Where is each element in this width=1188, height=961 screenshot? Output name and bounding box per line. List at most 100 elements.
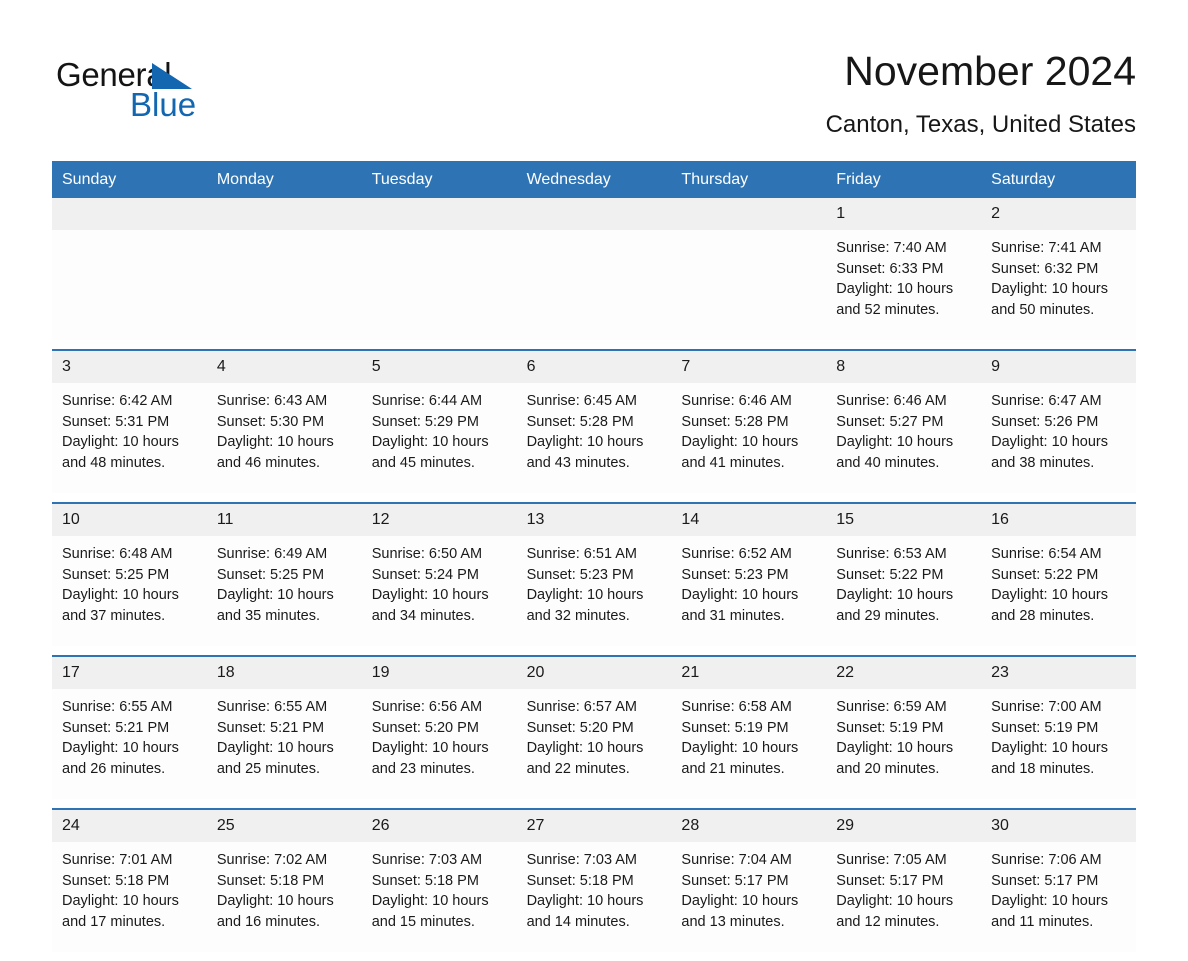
day-cell[interactable]: Sunrise: 7:04 AM Sunset: 5:17 PM Daylight:…	[671, 842, 826, 952]
day-number[interactable]: 19	[362, 657, 517, 689]
day-cell[interactable]: Sunrise: 7:00 AM Sunset: 5:19 PM Daylight:…	[981, 689, 1136, 799]
day-number[interactable]: 6	[517, 351, 672, 383]
day-number[interactable]: 27	[517, 810, 672, 842]
day-info-line: and 21 minutes.	[681, 760, 785, 777]
day-info-line: Sunrise: 7:03 AM	[371, 851, 483, 868]
day-info-line: Daylight: 10 hours	[836, 587, 954, 604]
day-number[interactable]: 15	[826, 504, 981, 536]
day-number[interactable]: 1	[826, 198, 981, 230]
day-number[interactable]: 20	[517, 657, 672, 689]
day-number[interactable]: 12	[362, 504, 517, 536]
week-spacer	[52, 645, 1136, 655]
day-info-line: and 22 minutes.	[526, 760, 630, 777]
day-info-line: Sunrise: 7:05 AM	[836, 851, 947, 868]
day-number[interactable]: 10	[52, 504, 207, 536]
day-number[interactable]: 8	[826, 351, 981, 383]
day-info-line: and 23 minutes.	[371, 760, 475, 777]
day-cell[interactable]: Sunrise: 7:41 AM Sunset: 6:32 PM Daylight:…	[981, 230, 1136, 340]
day-number[interactable]: 9	[981, 351, 1136, 383]
day-number[interactable]: 18	[207, 657, 362, 689]
day-cell[interactable]: Sunrise: 7:02 AM Sunset: 5:18 PM Daylight:…	[207, 842, 362, 952]
day-info-line: Sunset: 5:19 PM	[836, 719, 944, 736]
day-cell[interactable]: Sunrise: 7:03 AM Sunset: 5:18 PM Daylight:…	[517, 842, 672, 952]
day-info-line: Daylight: 10 hours	[526, 893, 644, 910]
day-number[interactable]: 26	[362, 810, 517, 842]
day-info-line: Daylight: 10 hours	[991, 587, 1109, 604]
day-info-line: Daylight: 10 hours	[836, 893, 954, 910]
calendar-week-row: 3 4 5 6 7 8 9 Sunrise: 6:42 AM Sunset: 5:31 PM Da…	[52, 348, 1136, 493]
day-cell[interactable]: Sunrise: 6:53 AM Sunset: 5:22 PM Daylight:…	[826, 536, 981, 646]
day-number[interactable]: 30	[981, 810, 1136, 842]
day-cell[interactable]: Sunrise: 7:40 AM Sunset: 6:33 PM Daylight:…	[826, 230, 981, 340]
day-cell[interactable]: Sunrise: 6:46 AM Sunset: 5:28 PM Daylight:…	[671, 383, 826, 493]
generalblue-logo[interactable]: General Blue	[56, 46, 206, 121]
day-info-line: and 50 minutes.	[991, 301, 1095, 318]
day-number[interactable]: 28	[671, 810, 826, 842]
week-spacer	[52, 951, 1136, 961]
day-cell[interactable]: Sunrise: 6:57 AM Sunset: 5:20 PM Daylight:…	[517, 689, 672, 799]
page-subtitle: Canton, Texas, United States	[825, 111, 1136, 139]
day-info-line: Sunrise: 6:58 AM	[681, 698, 792, 715]
day-info-line: Sunrise: 6:49 AM	[216, 545, 328, 562]
day-info-line: Sunrise: 6:47 AM	[991, 392, 1102, 409]
day-cell[interactable]: Sunrise: 6:48 AM Sunset: 5:25 PM Daylight:…	[52, 536, 207, 646]
day-info-line: Sunset: 5:21 PM	[216, 719, 325, 736]
day-info-line: Sunset: 5:20 PM	[371, 719, 479, 736]
day-number[interactable]: 3	[52, 351, 207, 383]
day-number[interactable]: 22	[826, 657, 981, 689]
day-cell[interactable]: Sunrise: 6:55 AM Sunset: 5:21 PM Daylight:…	[207, 689, 362, 799]
day-number[interactable]: 7	[671, 351, 826, 383]
day-number[interactable]: 21	[671, 657, 826, 689]
day-info-line: Sunset: 5:18 PM	[62, 872, 170, 889]
day-info-line: and 15 minutes.	[371, 913, 475, 930]
day-info-line: Sunrise: 6:59 AM	[836, 698, 947, 715]
day-cell[interactable]: Sunrise: 6:45 AM Sunset: 5:28 PM Daylight:…	[517, 383, 672, 493]
day-cell-empty	[52, 230, 207, 340]
day-cell[interactable]: Sunrise: 6:44 AM Sunset: 5:29 PM Daylight:…	[362, 383, 517, 493]
day-cell[interactable]: Sunrise: 6:58 AM Sunset: 5:19 PM Daylight:…	[671, 689, 826, 799]
day-info-line: and 14 minutes.	[526, 913, 630, 930]
day-info-line: Sunset: 5:27 PM	[836, 413, 944, 430]
day-number[interactable]: 11	[207, 504, 362, 536]
day-info-line: and 18 minutes.	[991, 760, 1095, 777]
day-number-empty	[52, 198, 207, 230]
day-number[interactable]: 13	[517, 504, 672, 536]
day-cell[interactable]: Sunrise: 7:03 AM Sunset: 5:18 PM Daylight:…	[362, 842, 517, 952]
day-info-line: Sunset: 5:22 PM	[836, 566, 944, 583]
day-cell[interactable]: Sunrise: 6:49 AM Sunset: 5:25 PM Daylight:…	[207, 536, 362, 646]
day-info-line: Sunset: 5:29 PM	[371, 413, 479, 430]
day-info-line: and 26 minutes.	[62, 760, 166, 777]
day-cell[interactable]: Sunrise: 7:05 AM Sunset: 5:17 PM Daylight:…	[826, 842, 981, 952]
day-number[interactable]: 5	[362, 351, 517, 383]
day-cell[interactable]: Sunrise: 6:59 AM Sunset: 5:19 PM Daylight:…	[826, 689, 981, 799]
day-number[interactable]: 17	[52, 657, 207, 689]
day-number[interactable]: 25	[207, 810, 362, 842]
day-number[interactable]: 23	[981, 657, 1136, 689]
day-number[interactable]: 16	[981, 504, 1136, 536]
day-number[interactable]: 24	[52, 810, 207, 842]
day-info-line: Daylight: 10 hours	[371, 434, 489, 451]
day-info-line: Sunset: 6:33 PM	[836, 260, 944, 277]
day-cell[interactable]: Sunrise: 6:47 AM Sunset: 5:26 PM Daylight:…	[981, 383, 1136, 493]
day-cell[interactable]: Sunrise: 7:01 AM Sunset: 5:18 PM Daylight:…	[52, 842, 207, 952]
day-number[interactable]: 4	[207, 351, 362, 383]
day-info-line: and 40 minutes.	[836, 454, 940, 471]
day-info-line: Sunrise: 6:42 AM	[62, 392, 173, 409]
day-cell[interactable]: Sunrise: 7:06 AM Sunset: 5:17 PM Daylight:…	[981, 842, 1136, 952]
day-cell[interactable]: Sunrise: 6:42 AM Sunset: 5:31 PM Daylight:…	[52, 383, 207, 493]
day-info-line: Daylight: 10 hours	[216, 740, 334, 757]
day-number[interactable]: 14	[671, 504, 826, 536]
day-cell[interactable]: Sunrise: 6:46 AM Sunset: 5:27 PM Daylight:…	[826, 383, 981, 493]
day-info-line: Sunset: 5:25 PM	[216, 566, 325, 583]
day-cell[interactable]: Sunrise: 6:56 AM Sunset: 5:20 PM Daylight:…	[362, 689, 517, 799]
day-number[interactable]: 2	[981, 198, 1136, 230]
day-cell[interactable]: Sunrise: 6:54 AM Sunset: 5:22 PM Daylight:…	[981, 536, 1136, 646]
day-number[interactable]: 29	[826, 810, 981, 842]
day-cell[interactable]: Sunrise: 6:52 AM Sunset: 5:23 PM Daylight:…	[671, 536, 826, 646]
day-cell[interactable]: Sunrise: 6:43 AM Sunset: 5:30 PM Daylight:…	[207, 383, 362, 493]
day-cell[interactable]: Sunrise: 6:50 AM Sunset: 5:24 PM Daylight:…	[362, 536, 517, 646]
weekday-header-saturday: Saturday	[991, 170, 1056, 188]
day-info-line: Daylight: 10 hours	[991, 740, 1109, 757]
day-cell[interactable]: Sunrise: 6:55 AM Sunset: 5:21 PM Daylight:…	[52, 689, 207, 799]
day-cell[interactable]: Sunrise: 6:51 AM Sunset: 5:23 PM Daylight:…	[517, 536, 672, 646]
